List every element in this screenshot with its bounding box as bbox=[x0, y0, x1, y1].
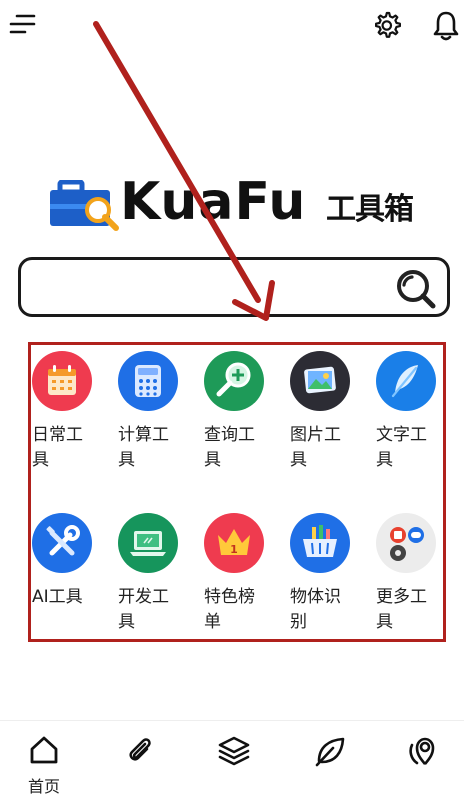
nav-leaf[interactable] bbox=[300, 735, 360, 767]
nav-home[interactable]: 首页 bbox=[14, 735, 74, 797]
gear-icon[interactable] bbox=[372, 10, 404, 42]
tool-dev[interactable]: 开发工具 bbox=[118, 513, 188, 635]
picture-icon bbox=[290, 351, 350, 411]
tool-label: 开发工具 bbox=[118, 587, 169, 632]
more-apps-icon bbox=[376, 513, 436, 573]
svg-text:1: 1 bbox=[230, 543, 238, 556]
calendar-icon bbox=[32, 351, 92, 411]
bottom-nav: 首页 bbox=[0, 720, 464, 807]
tool-label: 计算工具 bbox=[118, 425, 169, 470]
search-bar[interactable] bbox=[18, 257, 450, 317]
search-input[interactable] bbox=[31, 266, 391, 308]
magnifier-plus-icon bbox=[204, 351, 264, 411]
tool-label: 文字工具 bbox=[376, 425, 427, 470]
app-logo: KuaFu 工具箱 bbox=[48, 172, 420, 232]
nav-attachments[interactable] bbox=[110, 735, 170, 765]
tool-label: 日常工具 bbox=[32, 425, 83, 470]
tool-label: 更多工具 bbox=[376, 587, 427, 632]
crown-icon: 1 bbox=[204, 513, 264, 573]
leaf-icon bbox=[315, 737, 345, 767]
calculator-icon bbox=[118, 351, 178, 411]
location-pin-icon bbox=[409, 737, 435, 765]
bell-icon[interactable] bbox=[432, 10, 460, 42]
layers-icon bbox=[218, 736, 250, 766]
logo-brand-text: KuaFu bbox=[120, 172, 307, 232]
laptop-icon bbox=[118, 513, 178, 573]
nav-home-label: 首页 bbox=[27, 777, 60, 796]
search-icon[interactable] bbox=[395, 268, 437, 310]
tool-label: 物体识别 bbox=[290, 587, 341, 632]
tool-text[interactable]: 文字工具 bbox=[376, 351, 446, 473]
toolbox-logo-icon bbox=[50, 180, 119, 231]
tool-label: 查询工具 bbox=[204, 425, 255, 470]
tool-more[interactable]: 更多工具 bbox=[376, 513, 446, 635]
tool-calculator[interactable]: 计算工具 bbox=[118, 351, 188, 473]
tool-ranking[interactable]: 1 特色榜单 bbox=[204, 513, 274, 635]
logo-suffix-text: 工具箱 bbox=[326, 192, 414, 227]
tool-picture[interactable]: 图片工具 bbox=[290, 351, 360, 473]
wrench-screwdriver-icon bbox=[32, 513, 92, 573]
tool-object-recognition[interactable]: 物体识别 bbox=[290, 513, 360, 635]
nav-layers[interactable] bbox=[204, 735, 264, 767]
feather-icon bbox=[376, 351, 436, 411]
paperclip-icon bbox=[129, 738, 151, 761]
top-bar bbox=[0, 0, 464, 52]
tool-label: 图片工具 bbox=[290, 425, 341, 470]
menu-icon[interactable] bbox=[8, 10, 38, 40]
nav-location[interactable] bbox=[394, 735, 454, 767]
home-icon bbox=[30, 736, 58, 764]
tool-daily[interactable]: 日常工具 bbox=[32, 351, 102, 473]
tool-ai[interactable]: AI工具 bbox=[32, 513, 102, 610]
tool-label: AI工具 bbox=[32, 587, 83, 607]
tool-label: 特色榜单 bbox=[204, 587, 255, 632]
basket-icon bbox=[290, 513, 350, 573]
tool-query[interactable]: 查询工具 bbox=[204, 351, 274, 473]
